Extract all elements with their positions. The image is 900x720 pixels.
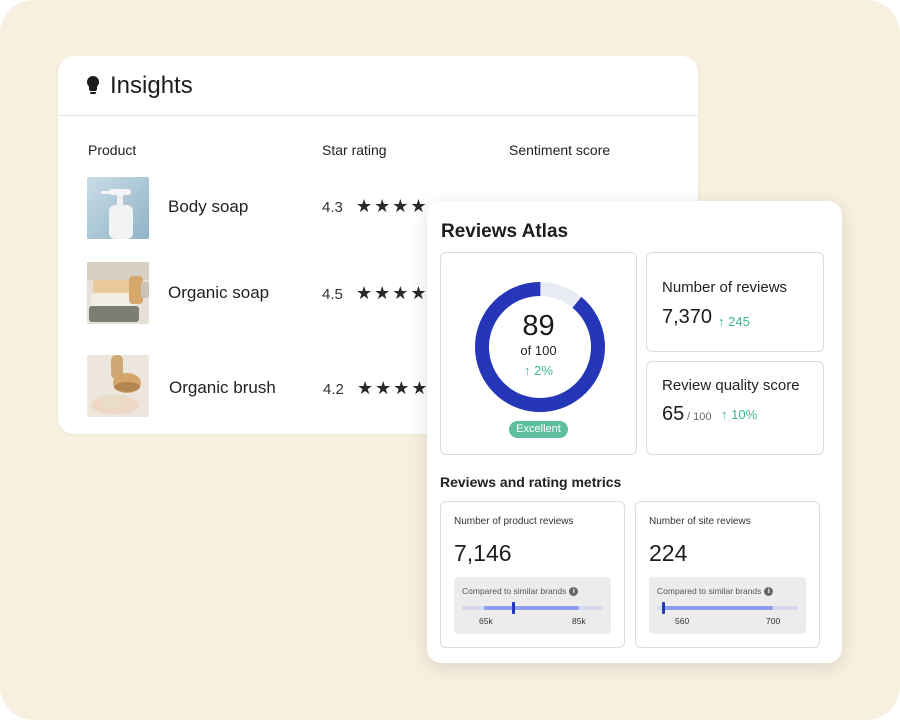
overall-score-box: 89 of 100 ↑ 2% Excellent [440, 252, 637, 455]
review-quality-score-label: Review quality score [662, 377, 800, 394]
site-reviews-box: Number of site reviews 224 Compared to s… [635, 501, 820, 648]
section-title: Reviews and rating metrics [440, 474, 622, 490]
number-of-reviews-label: Number of reviews [662, 279, 788, 296]
soap-bars-image [87, 262, 149, 324]
number-of-reviews-value: 7,370 [662, 306, 713, 328]
comparison-label-text: Compared to similar brands [657, 586, 762, 596]
status-badge: Excellent [509, 421, 568, 438]
site-reviews-label: Number of site reviews [649, 516, 751, 527]
column-header-product: Product [88, 142, 137, 158]
comparison-range-fill [484, 606, 579, 610]
number-of-reviews-change-value: 245 [728, 314, 750, 329]
rating-value: 4.2 [323, 381, 344, 398]
score-change-value: 2% [534, 363, 553, 378]
info-icon[interactable]: i [569, 587, 579, 597]
product-name: Organic soap [168, 283, 270, 302]
review-quality-score-value: 65 [662, 403, 685, 425]
score-value: 89 [522, 310, 555, 342]
star-rating-icon: ★★★★ [356, 196, 429, 216]
product-name: Body soap [168, 197, 249, 216]
range-max-label: 700 [766, 616, 781, 626]
info-icon[interactable]: i [764, 587, 774, 597]
score-change: ↑ 2% [441, 363, 636, 378]
lightbulb-icon [86, 75, 100, 96]
number-of-reviews-box: Number of reviews 7,370 ↑ 245 [646, 252, 824, 352]
comparison-bar [657, 602, 798, 614]
product-reviews-label: Number of product reviews [454, 516, 574, 527]
score-of-label: of 100 [520, 343, 557, 358]
comparison-label-text: Compared to similar brands [462, 586, 567, 596]
star-rating-icon: ★★★★ [357, 378, 430, 398]
rating-value: 4.5 [322, 286, 343, 303]
range-max-label: 85k [572, 616, 586, 626]
comparison-panel: Compared to similar brands i 560 700 [649, 577, 806, 634]
insights-title: Insights [110, 71, 193, 99]
arrow-up-icon: ↑ [721, 407, 728, 422]
range-min-label: 65k [479, 616, 493, 626]
review-quality-score-box: Review quality score 65 / 100 ↑ 10% [646, 361, 824, 455]
site-reviews-value: 224 [649, 540, 688, 566]
range-min-label: 560 [675, 616, 690, 626]
review-quality-score-of: / 100 [687, 411, 712, 423]
brush-image [87, 355, 149, 417]
comparison-panel: Compared to similar brands i 65k 85k [454, 577, 611, 634]
arrow-up-icon: ↑ [718, 314, 725, 329]
pump-bottle-image [87, 177, 149, 239]
reviews-atlas-title: Reviews Atlas [441, 221, 569, 242]
comparison-marker [512, 602, 515, 614]
product-name: Organic brush [169, 378, 276, 397]
comparison-label: Compared to similar brands i [462, 586, 579, 597]
insights-header: Insights [58, 56, 698, 116]
rating-value: 4.3 [322, 199, 343, 216]
comparison-marker [662, 602, 665, 614]
column-header-sentiment-score: Sentiment score [509, 142, 611, 158]
comparison-bar [462, 602, 603, 614]
review-quality-score-change-value: 10% [731, 407, 758, 422]
number-of-reviews-change: ↑ 245 [718, 314, 750, 329]
star-rating-icon: ★★★★ [356, 283, 429, 303]
review-quality-score-change: ↑ 10% [721, 407, 757, 422]
product-reviews-box: Number of product reviews 7,146 Compared… [440, 501, 625, 648]
product-reviews-value: 7,146 [454, 540, 512, 566]
arrow-up-icon: ↑ [524, 363, 531, 378]
comparison-range-fill [663, 606, 773, 610]
comparison-label: Compared to similar brands i [657, 586, 774, 597]
reviews-atlas-card: Reviews Atlas 89 of 100 ↑ 2% Excellent N… [427, 201, 842, 663]
column-header-star-rating: Star rating [322, 142, 387, 158]
